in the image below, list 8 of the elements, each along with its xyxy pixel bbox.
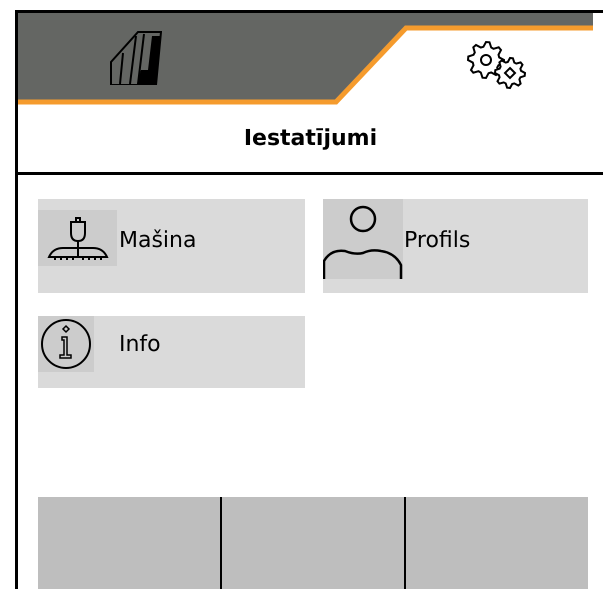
settings-icon bbox=[466, 39, 526, 91]
menu-button[interactable]: Info bbox=[38, 316, 305, 388]
field-icon bbox=[110, 30, 162, 84]
menu-button[interactable]: Profils bbox=[323, 199, 588, 293]
seed-drill-icon bbox=[44, 215, 110, 261]
info-icon bbox=[40, 318, 92, 370]
screen-title: Iestatījumi bbox=[244, 126, 378, 151]
menu-button[interactable]: Mašina bbox=[38, 199, 305, 293]
